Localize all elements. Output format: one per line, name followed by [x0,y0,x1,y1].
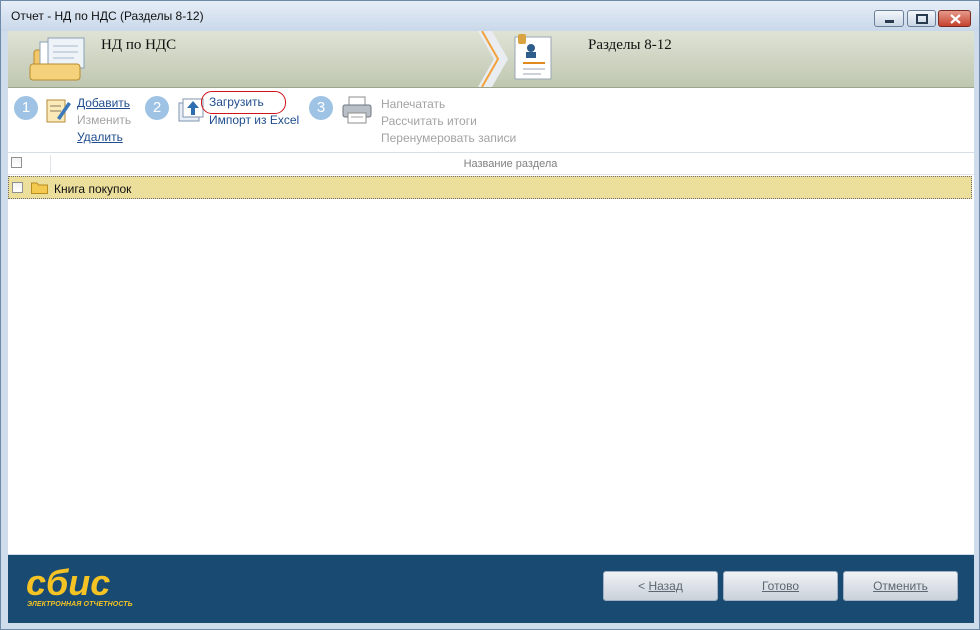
printer-icon [342,96,372,124]
row-checkbox[interactable] [12,182,23,193]
done-button[interactable]: Готово [723,571,838,601]
import-excel-link[interactable]: Импорт из Excel [209,113,299,127]
report-window: Отчет - НД по НДС (Разделы 8-12) НД по Н… [0,0,980,630]
grid-header: Название раздела [8,153,974,175]
table-row[interactable]: Книга покупок [8,176,972,199]
back-button-label: Назад [648,579,683,593]
close-button[interactable] [938,10,971,27]
wizard-footer: сбис ЭЛЕКТРОННАЯ ОТЧЕТНОСТЬ < Назад Гото… [8,555,974,623]
done-button-label: Готово [761,579,800,593]
renumber-link: Перенумеровать записи [381,131,517,145]
step-3-badge: 3 [309,96,333,120]
edit-link: Изменить [77,113,132,127]
back-button[interactable]: < Назад [603,571,718,601]
minimize-button[interactable] [874,10,904,27]
report-form-icon [514,34,552,80]
header-right-title: Разделы 8-12 [588,37,672,53]
calc-totals-link: Рассчитать итоги [381,114,477,128]
documents-icon [29,37,85,81]
title-bar: Отчет - НД по НДС (Разделы 8-12) [1,1,979,31]
sbis-logo: сбис [26,563,110,603]
back-arrow: < [638,579,649,593]
folder-icon [31,182,48,194]
column-header-section-name[interactable]: Название раздела [8,158,980,170]
row-label: Книга покупок [54,182,132,196]
step-chevron-icon [478,31,508,87]
step-2-badge: 2 [145,96,169,120]
wizard-header: НД по НДС Разделы 8-12 [8,31,974,88]
delete-link[interactable]: Удалить [77,130,123,144]
logo-text: сбис [26,563,110,603]
logo-subtitle: ЭЛЕКТРОННАЯ ОТЧЕТНОСТЬ [27,601,133,608]
minimize-icon [885,20,894,23]
maximize-icon [916,14,928,24]
action-toolbar: 1 Добавить Изменить Удалить 2 Загрузить … [8,88,974,153]
maximize-button[interactable] [907,10,936,27]
window-title: Отчет - НД по НДС (Разделы 8-12) [11,9,204,23]
add-link[interactable]: Добавить [77,96,130,110]
sections-grid: Название раздела Книга покупок [8,153,974,554]
edit-document-icon [46,99,71,123]
close-icon [950,14,961,24]
print-link: Напечатать [381,97,446,111]
cancel-button[interactable]: Отменить [843,571,958,601]
load-link[interactable]: Загрузить [209,95,264,109]
header-left-title: НД по НДС [101,37,177,53]
cancel-button-label: Отменить [873,579,928,593]
step-1-badge: 1 [14,96,38,120]
